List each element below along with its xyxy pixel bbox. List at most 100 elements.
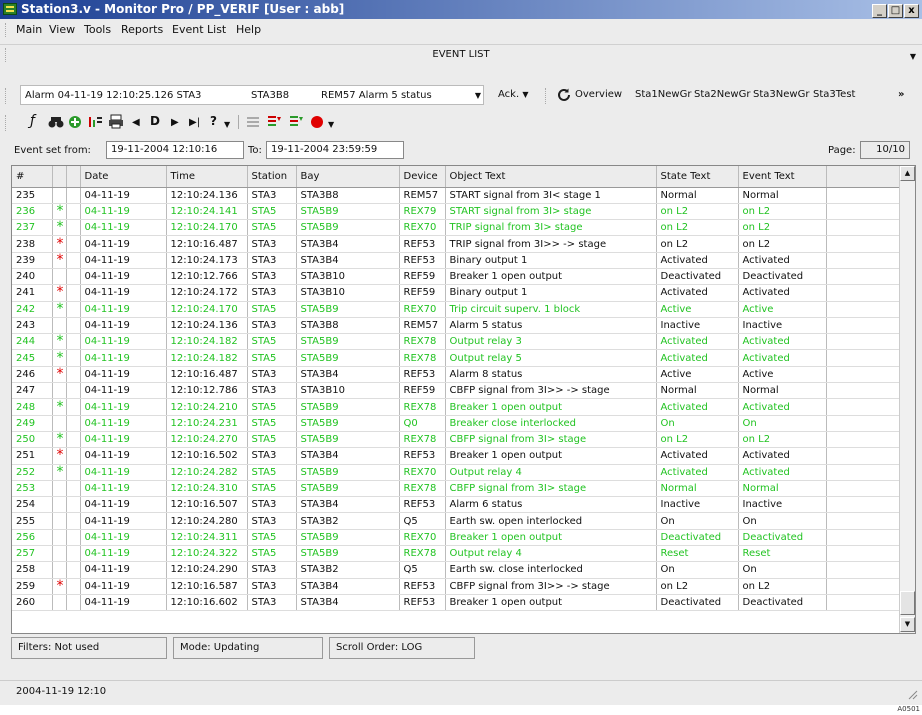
alarm-filter-icon[interactable] — [266, 114, 282, 130]
table-row[interactable]: 247 04-11-19 12:10:12.786 STA3 STA3B10 REF59 C… — [12, 382, 901, 400]
menu-view[interactable]: View — [49, 23, 75, 36]
table-row[interactable]: 258 04-11-19 12:10:24.290 STA3 STA3B2 Q5 Earth… — [12, 561, 901, 579]
next-page-icon[interactable]: ▶ — [171, 115, 179, 131]
sort-icon[interactable] — [88, 115, 104, 129]
last-page-icon[interactable]: ▶| — [189, 115, 200, 131]
menu-help[interactable]: Help — [236, 23, 261, 36]
row-device: REF53 — [399, 578, 446, 595]
column-header-event-text[interactable]: Event Text — [738, 166, 827, 188]
scroll-up-icon[interactable]: ▲ — [900, 166, 915, 181]
menu-grip[interactable] — [5, 23, 8, 37]
column-header-station[interactable]: Station — [247, 166, 297, 188]
row-station: STA5 — [247, 431, 297, 449]
record-dropdown-icon[interactable]: ▼ — [328, 117, 334, 133]
row-state-text: On — [656, 561, 739, 579]
scroll-down-icon[interactable]: ▼ — [900, 617, 915, 632]
print-icon[interactable] — [108, 114, 124, 129]
nav-sta3newgr[interactable]: Sta3NewGr — [753, 89, 809, 100]
help-dropdown-icon[interactable]: ▼ — [224, 117, 230, 133]
ack-button[interactable]: Ack. ▼ — [498, 89, 528, 100]
filter-add-icon[interactable] — [68, 115, 82, 129]
alarm-mark: * — [52, 235, 67, 253]
column-header-state-text[interactable]: State Text — [656, 166, 739, 188]
chevron-down-icon[interactable]: ▼ — [475, 91, 481, 100]
table-row[interactable]: 255 04-11-19 12:10:24.280 STA3 STA3B2 Q5 Earth… — [12, 512, 901, 530]
table-row[interactable]: 253 04-11-19 12:10:24.310 STA5 STA5B9 REX78 CB… — [12, 480, 901, 498]
alarm-selector[interactable]: Alarm 04-11-19 12:10:25.126 STA3 STA3B8 … — [20, 85, 484, 105]
row-station: STA5 — [247, 529, 297, 547]
column-header-object-text[interactable]: Object Text — [445, 166, 657, 188]
vertical-scrollbar[interactable]: ▲ ▼ — [899, 166, 915, 633]
event-set-to-field[interactable]: 19-11-2004 23:59:59 — [266, 141, 404, 159]
minimize-button[interactable]: _ — [872, 4, 887, 18]
row-bay: STA5B9 — [296, 219, 400, 237]
previous-page-icon[interactable]: ◀ — [132, 115, 140, 131]
event-set-from-field[interactable]: 19-11-2004 12:10:16 — [106, 141, 244, 159]
scroll-thumb[interactable] — [900, 591, 915, 615]
event-filter-icon[interactable] — [288, 114, 304, 130]
row-state-text: Inactive — [656, 317, 739, 335]
help-icon[interactable]: ? — [210, 113, 217, 129]
row-state-text: Normal — [656, 187, 739, 204]
menu-event-list[interactable]: Event List — [172, 23, 226, 36]
nav-overview[interactable]: Overview — [575, 89, 622, 100]
table-row[interactable]: 244 * 04-11-19 12:10:24.182 STA5 STA5B9 REX78 O… — [12, 333, 901, 351]
nav-grip[interactable] — [545, 88, 548, 104]
row-number: 246 — [12, 366, 53, 384]
row-number: 260 — [12, 594, 53, 612]
column-header-alarm-flag[interactable] — [52, 166, 67, 188]
table-row[interactable]: 238 * 04-11-19 12:10:16.487 STA3 STA3B4 REF53 T… — [12, 235, 901, 253]
table-row[interactable]: 241 * 04-11-19 12:10:24.172 STA3 STA3B10 REF59… — [12, 284, 901, 302]
menu-main[interactable]: Main — [16, 23, 42, 36]
column-header-date[interactable]: Date — [80, 166, 167, 188]
table-row[interactable]: 243 04-11-19 12:10:24.136 STA3 STA3B8 REM57 Al… — [12, 317, 901, 335]
panel-dropdown-icon[interactable]: ▼ — [910, 52, 916, 61]
record-icon[interactable] — [310, 115, 324, 129]
menu-reports[interactable]: Reports — [121, 23, 163, 36]
table-row[interactable]: 239 * 04-11-19 12:10:24.173 STA3 STA3B4 REF53 B… — [12, 252, 901, 269]
nav-sta2newgr[interactable]: Sta2NewGr — [694, 89, 750, 100]
table-row[interactable]: 250 * 04-11-19 12:10:24.270 STA5 STA5B9 REX78 C… — [12, 431, 901, 449]
nav-sta1newgr[interactable]: Sta1NewGr — [635, 89, 691, 100]
more-links-icon[interactable]: » — [898, 89, 904, 100]
resize-grip-icon[interactable] — [906, 688, 918, 700]
table-row[interactable]: 260 04-11-19 12:10:16.602 STA3 STA3B4 REF53 Br… — [12, 594, 901, 612]
table-row[interactable]: 259 * 04-11-19 12:10:16.587 STA3 STA3B4 REF53 C… — [12, 578, 901, 595]
table-row[interactable]: 249 04-11-19 12:10:24.231 STA5 STA5B9 Q0 Break… — [12, 415, 901, 432]
column-header-time[interactable]: Time — [166, 166, 248, 188]
table-row[interactable]: 252 * 04-11-19 12:10:24.282 STA5 STA5B9 REX70 O… — [12, 464, 901, 481]
table-row[interactable]: 256 04-11-19 12:10:24.311 STA5 STA5B9 REX70 Br… — [12, 529, 901, 547]
table-row[interactable]: 245 * 04-11-19 12:10:24.182 STA5 STA5B9 REX78 O… — [12, 349, 901, 367]
row-date: 04-11-19 — [80, 431, 167, 449]
table-row[interactable]: 257 04-11-19 12:10:24.322 STA5 STA5B9 REX78 Ou… — [12, 545, 901, 563]
maximize-button[interactable]: □ — [888, 4, 903, 18]
column-header-device[interactable]: Device — [399, 166, 446, 188]
event-set-from-label: Event set from: — [14, 145, 91, 156]
table-row[interactable]: 237 * 04-11-19 12:10:24.170 STA5 STA5B9 REX70 T… — [12, 219, 901, 237]
row-object-text: CBFP signal from 3I> stage — [445, 480, 657, 498]
find-icon[interactable] — [48, 115, 64, 129]
table-row[interactable]: 235 04-11-19 12:10:24.136 STA3 STA3B8 REM57 ST… — [12, 187, 901, 204]
toolbar-grip[interactable] — [5, 115, 8, 131]
nav-sta3test[interactable]: Sta3Test — [813, 89, 855, 100]
menu-tools[interactable]: Tools — [84, 23, 111, 36]
table-row[interactable]: 251 * 04-11-19 12:10:16.502 STA3 STA3B4 REF53 B… — [12, 447, 901, 465]
column-header-ack-flag[interactable] — [66, 166, 81, 188]
detail-icon[interactable]: D — [150, 113, 160, 129]
table-row[interactable]: 246 * 04-11-19 12:10:16.487 STA3 STA3B4 REF53 A… — [12, 366, 901, 384]
close-button[interactable]: x — [904, 4, 919, 18]
alarm-grip[interactable] — [5, 88, 8, 104]
table-row[interactable]: 240 04-11-19 12:10:12.766 STA3 STA3B10 REF59 B… — [12, 268, 901, 286]
column-header-number[interactable]: # — [12, 166, 53, 188]
table-row[interactable]: 242 * 04-11-19 12:10:24.170 STA5 STA5B9 REX70 T… — [12, 301, 901, 318]
ack-dropdown-icon[interactable]: ▼ — [522, 90, 528, 99]
refresh-icon[interactable] — [556, 87, 572, 103]
list-icon[interactable] — [246, 115, 260, 129]
column-header-bay[interactable]: Bay — [296, 166, 400, 188]
function-icon[interactable]: ƒ — [30, 113, 35, 129]
table-row[interactable]: 248 * 04-11-19 12:10:24.210 STA5 STA5B9 REX78 B… — [12, 398, 901, 416]
table-row[interactable]: 254 04-11-19 12:10:16.507 STA3 STA3B4 REF53 Al… — [12, 496, 901, 514]
row-state-text: Activated — [656, 333, 739, 351]
table-row[interactable]: 236 * 04-11-19 12:10:24.141 STA5 STA5B9 REX79 S… — [12, 203, 901, 221]
ack-flag — [66, 366, 81, 384]
